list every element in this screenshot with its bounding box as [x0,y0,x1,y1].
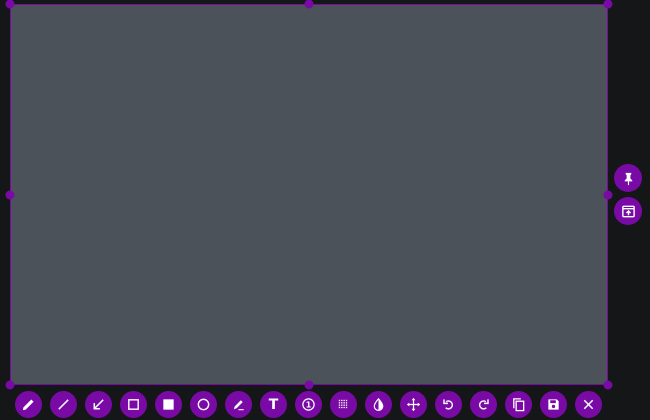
redo-button[interactable] [470,391,497,418]
line-button[interactable] [50,391,77,418]
counter-button[interactable]: 1 [295,391,322,418]
save-button[interactable] [540,391,567,418]
undo-icon [443,399,454,410]
copy-icon [513,398,525,412]
resize-handle-bottom-right[interactable] [603,380,613,390]
rectangle-filled-button[interactable] [155,391,182,418]
capture-selection-area[interactable] [10,4,608,385]
move-button[interactable] [400,391,427,418]
resize-handle-left[interactable] [5,190,15,200]
counter-number: 1 [306,401,312,410]
circle-outline-button[interactable] [190,391,217,418]
redo-icon [478,399,489,410]
resize-handle-top-left[interactable] [5,0,15,9]
resize-handle-bottom-left[interactable] [5,380,15,390]
pencil-button[interactable] [15,391,42,418]
open-in-app-button[interactable] [614,197,642,225]
text-button[interactable]: T [260,391,287,418]
pixelate-button[interactable] [330,391,357,418]
pin-icon [624,172,632,185]
rectangle-outline-button[interactable] [120,391,147,418]
counter-icon: 1 [302,398,315,411]
invert-button[interactable] [365,391,392,418]
text-icon: T [268,396,279,413]
close-button[interactable] [575,391,602,418]
side-tool-panel [614,164,642,225]
pixelate-icon [338,399,348,409]
undo-button[interactable] [435,391,462,418]
resize-handle-bottom[interactable] [304,380,314,390]
save-icon [548,399,559,410]
arrow-icon [93,399,104,410]
resize-handle-top[interactable] [304,0,314,9]
pin-button[interactable] [614,164,642,192]
resize-handle-right[interactable] [603,190,613,200]
circle-outline-icon [197,398,210,411]
line-icon [58,399,69,410]
close-icon [583,399,594,410]
move-icon [406,397,421,412]
open-in-app-icon [621,205,635,217]
rectangle-filled-icon [163,399,174,410]
arrow-button[interactable] [85,391,112,418]
resize-handle-top-right[interactable] [603,0,613,9]
marker-button[interactable] [225,391,252,418]
copy-button[interactable] [505,391,532,418]
pencil-icon [22,399,34,411]
rectangle-outline-icon [128,399,139,410]
invert-icon [373,397,384,412]
drawing-toolbar: T 1 [15,390,605,419]
marker-icon [233,400,244,411]
screenshot-editor: T 1 [0,0,650,420]
